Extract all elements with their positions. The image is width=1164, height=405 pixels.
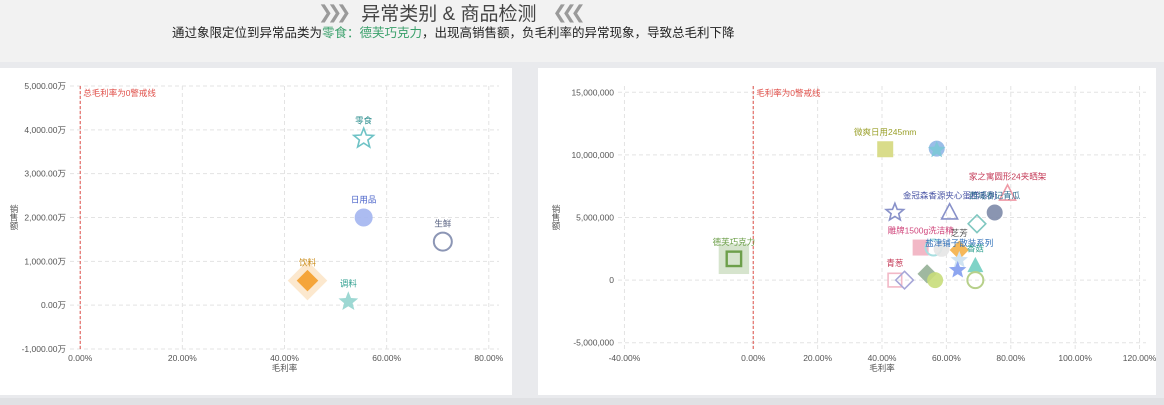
x-tick-label: 40.00%: [270, 353, 299, 363]
point-label: 西域春记青瓜: [969, 190, 1021, 200]
page-subtitle: 通过象限定位到异常品类为零食：德芙巧克力，出现高销售额，负毛利率的异常现象，导致…: [172, 22, 735, 41]
y-axis-title: 销售额: [551, 204, 561, 231]
x-tick-label: 80.00%: [474, 353, 503, 363]
x-tick-label: 0.00%: [741, 353, 766, 363]
point-label: 芝芳: [951, 228, 968, 238]
x-tick-label: 0.00%: [68, 353, 93, 363]
product-scatter-panel: -5,000,000 0 5,000,000 10,000,000 15,000,000…: [538, 68, 1157, 395]
point-marker: [351, 125, 376, 149]
point-label: 调料: [340, 279, 358, 289]
x-tick-label: 80.00%: [996, 353, 1025, 363]
y-tick-label: 1,000.00万: [24, 256, 66, 266]
point-marker: [354, 208, 373, 227]
point-marker: [432, 231, 453, 252]
point-label: 家之寓圆形24夹晒架: [969, 172, 1047, 182]
point-marker: [986, 204, 1003, 221]
category-scatter-chart[interactable]: -1,000.00万 0.00万 1,000.00万 2,000.00万 3,000.0…: [0, 68, 512, 395]
point-marker: [948, 260, 967, 278]
point-marker: [940, 201, 959, 220]
x-tick-label: 60.00%: [932, 353, 961, 363]
y-tick-label: 15,000,000: [571, 87, 614, 97]
x-axis-title: 毛利率: [869, 363, 895, 373]
page-header: ❯❯❯ 异常类别 & 商品检测 ❮❮❮ 通过象限定位到异常品类为零食：德芙巧克力…: [0, 0, 1164, 62]
subtitle-prefix: 通过象限定位到异常品类为: [172, 26, 323, 40]
subtitle-highlight: 零食：德芙巧克力: [322, 26, 423, 40]
point-label: 微爽日用245mm: [854, 127, 916, 137]
category-scatter-panel: -1,000.00万 0.00万 1,000.00万 2,000.00万 3,000.0…: [0, 68, 512, 395]
point-marker: [877, 141, 894, 158]
y-tick-label: 4,000.00万: [24, 125, 66, 135]
x-tick-label: 60.00%: [372, 353, 401, 363]
point-label: 青葱: [886, 258, 903, 268]
x-tick-label: 40.00%: [868, 353, 897, 363]
point-label: 零食: [355, 116, 373, 126]
point-marker: [967, 256, 984, 273]
y-tick-label: 10,000,000: [571, 150, 614, 160]
y-tick-label: -5,000,000: [573, 338, 614, 348]
y-axis-title: 销售额: [9, 204, 19, 231]
x-tick-label: 120.00%: [1123, 353, 1156, 363]
y-tick-label: 0.00万: [41, 300, 66, 310]
point-halo: [718, 243, 750, 275]
y-tick-label: 0: [609, 275, 614, 285]
point-label: 生鲜: [434, 219, 452, 229]
x-tick-label: -40.00%: [609, 353, 641, 363]
x-tick-label: 100.00%: [1058, 353, 1092, 363]
y-tick-label: 2,000.00万: [24, 213, 66, 223]
y-tick-label: 5,000,000: [576, 213, 614, 223]
point-label: 德芙巧克力: [713, 237, 756, 247]
chevron-right-icon: ❯❯❯: [318, 1, 351, 22]
bottom-bar: [0, 398, 1164, 405]
warning-line-label: 总毛利率为0警戒线: [83, 88, 156, 98]
chevron-left-icon: ❮❮❮: [552, 1, 585, 22]
x-tick-label: 20.00%: [168, 353, 197, 363]
y-tick-label: 5,000.00万: [24, 81, 66, 91]
x-tick-label: 20.00%: [803, 353, 832, 363]
point-marker: [338, 291, 359, 310]
y-tick-label: -1,000.00万: [22, 344, 66, 354]
x-axis-title: 毛利率: [272, 363, 298, 373]
point-label: 雕牌1500g洗洁精: [888, 226, 955, 236]
point-label: 香菇: [967, 244, 985, 254]
y-tick-label: 3,000.00万: [24, 169, 66, 179]
point-label: 饮料: [299, 258, 317, 268]
title-row: ❯❯❯ 异常类别 & 商品检测 ❮❮❮: [318, 0, 586, 25]
point-marker: [927, 272, 944, 289]
point-label: 日用品: [351, 195, 377, 205]
warning-line-label: 毛利率为0警戒线: [756, 88, 821, 98]
product-scatter-chart[interactable]: -5,000,000 0 5,000,000 10,000,000 15,000,000…: [538, 68, 1157, 395]
subtitle-suffix: ，出现高销售额，负毛利率的异常现象，导致总毛利下降: [422, 26, 735, 40]
